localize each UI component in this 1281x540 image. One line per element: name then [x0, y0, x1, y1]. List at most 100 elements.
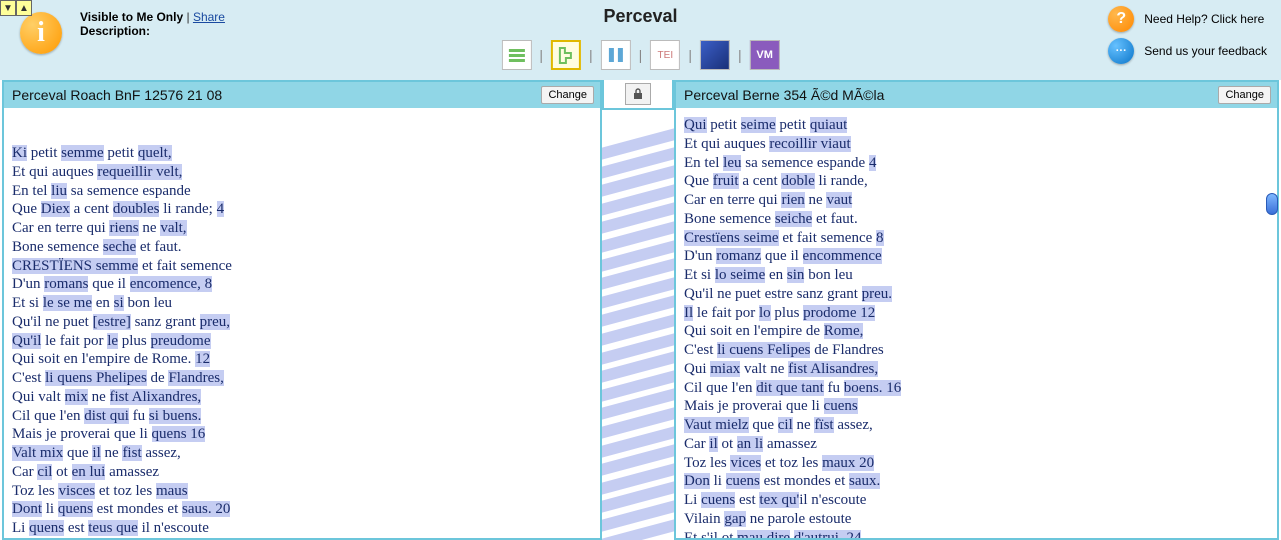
lock-box — [602, 80, 674, 110]
text-span: Et si — [684, 267, 715, 283]
left-text-body[interactable]: Ki petit semme petit quelt,Et qui auques… — [4, 108, 600, 538]
highlighted-span: saus. 20 — [182, 501, 230, 517]
toolbar-sep: | — [539, 47, 543, 63]
highlighted-span: liu — [51, 183, 67, 199]
text-line: Qui soit en l'empire de Rome. 12 — [12, 350, 592, 369]
highlighted-span: an li — [737, 436, 763, 452]
text-span: et faut. — [136, 239, 181, 255]
text-span: amassez — [763, 436, 817, 452]
toolbar-sep: | — [688, 47, 692, 63]
text-span: que il — [88, 276, 129, 292]
text-span: Qu'il ne puet estre sanz grant — [684, 286, 862, 302]
align-rows-icon — [506, 45, 526, 65]
text-span: Et s'il ot — [684, 530, 737, 539]
text-span: en — [765, 267, 787, 283]
highlighted-span: romans — [44, 276, 88, 292]
highlighted-span: 4 — [869, 155, 877, 171]
align-cols-icon — [606, 45, 626, 65]
highlighted-span: si — [114, 295, 124, 311]
text-span: est — [735, 492, 759, 508]
lock-button[interactable] — [625, 83, 651, 105]
text-span: Et si — [12, 295, 43, 311]
text-span: Et qui auques — [684, 136, 769, 152]
highlighted-span: valt, — [160, 220, 186, 236]
collapse-up-tab[interactable]: ▲ — [16, 0, 32, 16]
connector-area — [602, 110, 674, 540]
text-line: Car en terre qui riens ne valt, — [12, 219, 592, 238]
text-span: D'un — [12, 276, 44, 292]
align-flow-button[interactable] — [551, 40, 581, 70]
feedback-link[interactable]: ··· Send us your feedback — [1108, 38, 1267, 64]
text-span: et fait semence — [779, 230, 876, 246]
text-span: il n'escoute — [799, 492, 866, 508]
align-rows-button[interactable] — [501, 40, 531, 70]
text-line: Toz les vices et toz les maux 20 — [684, 454, 1259, 473]
text-span: et toz les — [95, 483, 156, 499]
vm-button[interactable]: VM — [750, 40, 780, 70]
highlighted-span: Crestïens seime — [684, 230, 779, 246]
highlighted-span: [estre] — [93, 314, 131, 330]
left-change-button[interactable]: Change — [541, 86, 594, 104]
highlighted-span: 4 — [217, 201, 225, 217]
highlighted-span: quens 16 — [152, 426, 206, 442]
text-span: bon leu — [804, 267, 852, 283]
text-span: ot — [718, 436, 737, 452]
scrollbar-thumb[interactable] — [1266, 193, 1278, 215]
text-line: Qui miax valt ne fist Alisandres, — [684, 360, 1259, 379]
text-span: que il — [761, 248, 802, 264]
highlighted-span: li cuens Felipes — [717, 342, 810, 358]
right-text-body[interactable]: Qui petit seime petit quiautEt qui auque… — [676, 108, 1277, 538]
text-line: Et qui auques recoillir viaut — [684, 135, 1259, 154]
book-button[interactable] — [700, 40, 730, 70]
highlighted-span: fïst — [814, 417, 833, 433]
text-span: fu — [824, 380, 844, 396]
text-line: Bone semence seiche et faut. — [684, 210, 1259, 229]
highlighted-span: quiaut — [810, 117, 848, 133]
text-span: bon leu — [124, 295, 172, 311]
highlighted-span: fruit — [713, 173, 739, 189]
highlighted-span: cil — [778, 417, 793, 433]
text-line: Qui valt mix ne fist Alixandres, — [12, 388, 592, 407]
highlighted-span: romanz — [716, 248, 761, 264]
share-link[interactable]: Share — [193, 10, 225, 24]
text-span: petit — [707, 117, 741, 133]
highlighted-span: prodome 12 — [803, 305, 875, 321]
help-link[interactable]: ? Need Help? Click here — [1108, 6, 1267, 32]
text-span: que — [749, 417, 778, 433]
highlighted-span: lo seime — [715, 267, 765, 283]
text-line: D'un romans que il encomence, 8 — [12, 275, 592, 294]
align-flow-icon — [556, 45, 576, 65]
text-span: Que — [684, 173, 713, 189]
highlighted-span: fist Alixandres, — [110, 389, 202, 405]
highlighted-span: Valt mix — [12, 445, 63, 461]
text-span: ot — [52, 464, 71, 480]
highlighted-span: d'autrui, 24 — [794, 530, 862, 539]
highlighted-span: Qu'il — [12, 333, 41, 349]
highlighted-span: riens — [109, 220, 138, 236]
text-span: Cil que l'en — [684, 380, 756, 396]
text-line: Qui soit en l'empire de Rome, — [684, 322, 1259, 341]
text-line: Cil que l'en dist qui fu si buens. — [12, 407, 592, 426]
collapse-down-tab[interactable]: ▼ — [0, 0, 16, 16]
highlighted-span: Dont — [12, 501, 42, 517]
highlighted-span: Don — [684, 473, 710, 489]
toolbar-sep: | — [738, 47, 742, 63]
text-line: Vilain gap ne parole estoute — [684, 510, 1259, 529]
highlighted-span: preu. — [862, 286, 892, 302]
text-span: Qui soit en l'empire de — [684, 323, 824, 339]
info-icon[interactable]: i — [20, 12, 62, 54]
highlighted-span: Diex — [41, 201, 70, 217]
align-cols-button[interactable] — [601, 40, 631, 70]
highlighted-span: le se me — [43, 295, 92, 311]
text-span: ne parole estoute — [746, 511, 851, 527]
tei-button[interactable]: TEI — [650, 40, 680, 70]
text-span: ne — [805, 192, 827, 208]
text-line: Cil que l'en dit que tant fu boens. 16 — [684, 379, 1259, 398]
right-change-button[interactable]: Change — [1218, 86, 1271, 104]
text-span: Car — [12, 464, 37, 480]
highlighted-span: cuens — [701, 492, 735, 508]
text-line: Qu'il le fait por le plus preudome — [12, 332, 592, 351]
middle-connector-pane — [602, 80, 674, 540]
meta-block: Visible to Me Only | Share Description: — [80, 6, 225, 38]
highlighted-span: doubles — [113, 201, 160, 217]
